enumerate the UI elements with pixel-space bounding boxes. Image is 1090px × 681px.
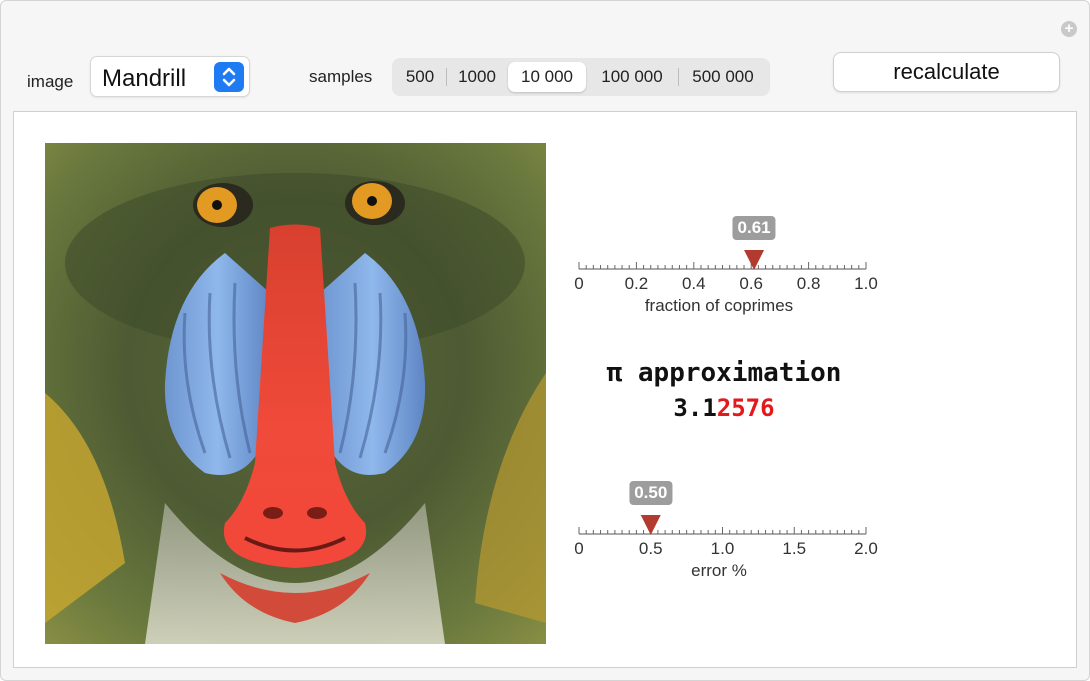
tick-label: 1.0 <box>854 274 878 293</box>
tick-label: 0.6 <box>739 274 763 293</box>
pi-value-wrong-digits: 2576 <box>716 394 775 422</box>
samples-label: samples <box>309 67 373 86</box>
app-window: + image Mandrill samples 500 1000 10 000 10… <box>0 0 1090 681</box>
image-select[interactable]: Mandrill <box>90 56 250 97</box>
tick-label: 0 <box>574 274 583 293</box>
tick-label: 0.5 <box>639 539 663 558</box>
tick-label: 0.8 <box>797 274 821 293</box>
tick-label: 1.5 <box>782 539 806 558</box>
samples-option-500[interactable]: 500 <box>394 62 446 92</box>
tick-label: 0.2 <box>625 274 649 293</box>
tick-label: 2.0 <box>854 539 878 558</box>
pi-approximation-value: 3.12576 <box>559 394 889 422</box>
samples-segmented-control: 500 1000 10 000 100 000 500 000 <box>392 58 770 96</box>
image-select-value: Mandrill <box>102 65 187 92</box>
samples-option-10000[interactable]: 10 000 <box>508 62 586 92</box>
image-label: image <box>27 72 74 91</box>
tick-label: 0 <box>574 539 583 558</box>
add-icon[interactable]: + <box>1061 21 1077 37</box>
samples-option-1000[interactable]: 1000 <box>446 62 508 92</box>
pi-value-correct-digits: 3.1 <box>673 394 717 422</box>
recalculate-button[interactable]: recalculate <box>833 52 1060 92</box>
samples-option-500000[interactable]: 500 000 <box>678 62 768 92</box>
pi-approximation-title: π approximation <box>606 358 842 388</box>
mandrill-image <box>45 143 546 644</box>
tick-label: 1.0 <box>711 539 735 558</box>
fraction-of-coprimes-gauge: 0.61 0 0.2 0.4 0.6 0.8 1.0 fraction of coprimes <box>554 202 914 315</box>
error-percent-axis-label: error % <box>691 561 747 580</box>
samples-option-100000[interactable]: 100 000 <box>586 62 678 92</box>
output-panel: π approximation 3.12576 0.61 0 0.2 0.4 0.6 0.… <box>13 111 1077 668</box>
tick-label: 0.4 <box>682 274 706 293</box>
fraction-of-coprimes-pointer <box>744 250 765 270</box>
fraction-of-coprimes-axis-label: fraction of coprimes <box>644 296 794 315</box>
chevron-up-down-icon <box>214 62 244 92</box>
error-percent-gauge: 0.50 0 0.5 1.0 1.5 2.0 error % <box>554 467 914 580</box>
